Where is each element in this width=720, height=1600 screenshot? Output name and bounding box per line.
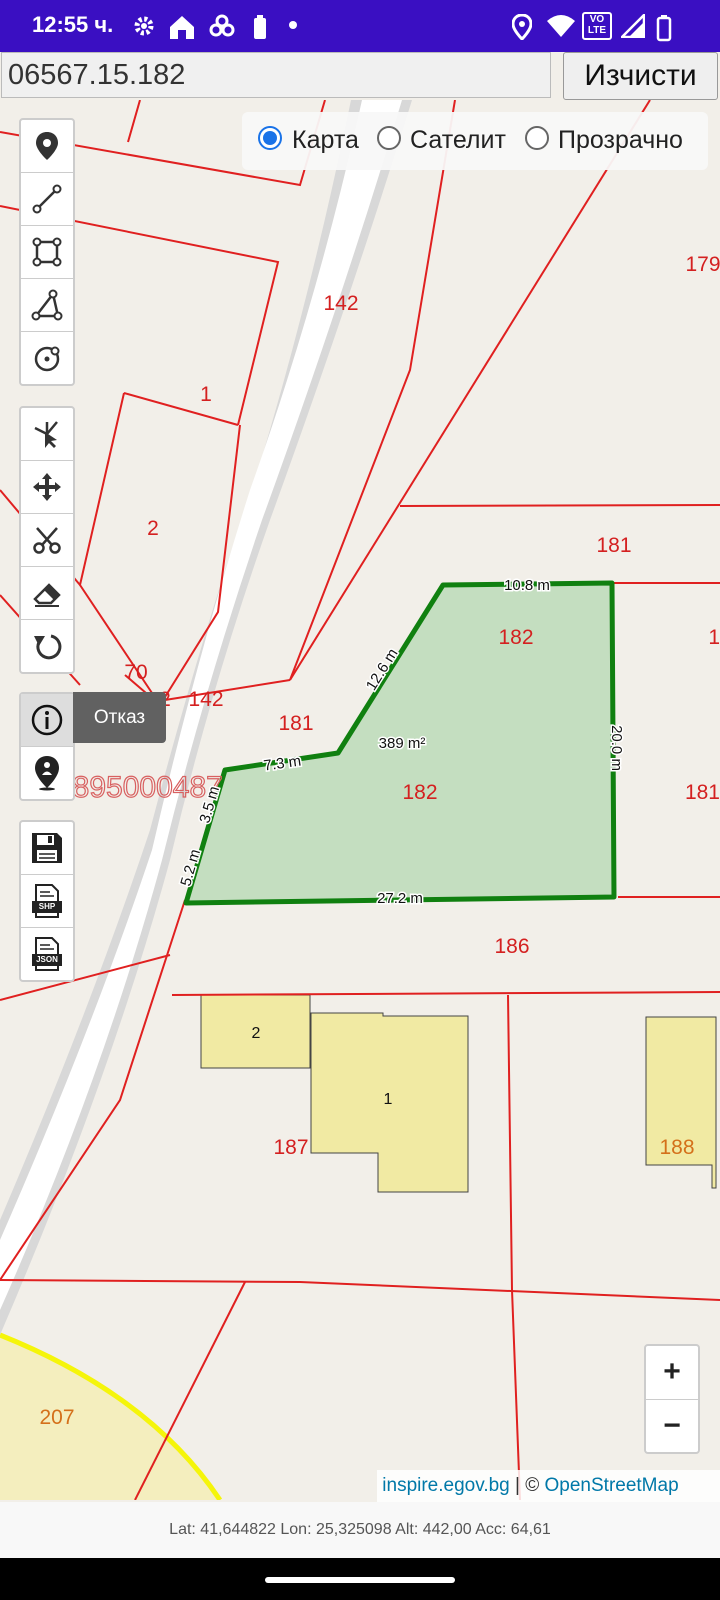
layer-transparent-label[interactable]: Прозрачно <box>558 126 683 155</box>
parcel-label: 181 <box>278 712 313 735</box>
volte-bottom-label: LTE <box>587 25 607 36</box>
undo-icon <box>34 634 62 660</box>
clear-button[interactable]: Изчисти <box>563 52 718 100</box>
layer-map-label[interactable]: Карта <box>292 126 359 155</box>
draw-circle-button[interactable] <box>21 332 73 384</box>
map-canvas[interactable]: 0895000487 142 179 1 2 181 182 70 2 142 … <box>0 100 720 1500</box>
shp-text: SHP <box>38 902 56 911</box>
eraser-icon <box>33 583 61 607</box>
edge-top-length: 10.8 m <box>504 577 550 594</box>
select-button[interactable] <box>21 408 73 461</box>
export-toolbar: SHP JSON <box>19 820 75 982</box>
area-label: 389 m² <box>379 735 426 752</box>
location-icon <box>512 14 532 40</box>
json-text: JSON <box>36 955 58 964</box>
save-icon <box>32 833 62 863</box>
export-shp-button[interactable]: SHP <box>21 875 73 928</box>
edit-toolbar <box>19 406 75 674</box>
building-label: 1 <box>384 1091 393 1108</box>
parcel-label: 186 <box>494 935 529 958</box>
home-gesture-bar[interactable] <box>265 1577 455 1583</box>
parcel-label: 188 <box>659 1136 694 1159</box>
dot-icon <box>289 21 297 29</box>
edge-bottom-length: 27.2 m <box>377 890 423 907</box>
erase-button[interactable] <box>21 567 73 620</box>
info-icon <box>31 704 63 736</box>
layer-satellite-radio[interactable] <box>377 126 401 150</box>
save-button[interactable] <box>21 822 73 875</box>
parcel-search-input[interactable] <box>1 52 551 98</box>
battery-icon <box>656 15 672 42</box>
parcel-label: 207 <box>39 1406 74 1429</box>
my-location-button[interactable] <box>21 747 73 799</box>
draw-rectangle-button[interactable] <box>21 226 73 279</box>
json-file-icon: JSON <box>32 937 62 971</box>
fan-icon <box>209 14 235 37</box>
marker-icon <box>36 132 58 160</box>
layer-satellite-label[interactable]: Сателит <box>410 126 506 155</box>
parcel-label: 181 <box>685 781 720 804</box>
layer-map-radio[interactable] <box>258 126 282 150</box>
parcel-label: 182 <box>402 781 437 804</box>
cut-button[interactable] <box>21 514 73 567</box>
status-bar: 12:55 ч. VO LTE <box>0 0 720 52</box>
move-icon <box>33 473 61 501</box>
polyline-icon <box>32 184 62 214</box>
map-attribution: inspire.egov.bg | © OpenStreetMap <box>377 1470 720 1502</box>
draw-polyline-button[interactable] <box>21 173 73 226</box>
settings-icon <box>134 16 154 36</box>
info-toolbar <box>19 692 75 801</box>
polygon-icon <box>31 289 63 321</box>
layer-selector: Карта Сателит Прозрачно <box>242 112 708 170</box>
signal-icon <box>621 14 645 38</box>
draw-marker-button[interactable] <box>21 120 73 173</box>
gps-coordinates: Lat: 41,644822 Lon: 25,325098 Alt: 442,0… <box>0 1502 720 1558</box>
building-label: 2 <box>252 1025 261 1042</box>
home-icon <box>170 16 194 39</box>
cut-icon <box>33 527 61 554</box>
export-json-button[interactable]: JSON <box>21 928 73 980</box>
building-188[interactable] <box>645 1016 717 1189</box>
info-button[interactable] <box>21 694 73 747</box>
location-person-icon <box>35 756 59 791</box>
volte-top-label: VO <box>589 14 605 25</box>
zoom-in-button[interactable]: + <box>646 1346 698 1400</box>
parcel-label: 179 <box>685 253 720 276</box>
parcel-label: 70 <box>124 661 147 684</box>
phone-watermark: 0895000487 <box>56 771 223 804</box>
attribution-separator: | © <box>509 1475 545 1496</box>
parcel-label: 2 <box>147 517 159 540</box>
battery-saver-icon <box>254 15 266 39</box>
inspire-link[interactable]: inspire.egov.bg <box>382 1475 509 1496</box>
parcel-label: 182 <box>498 626 533 649</box>
tooltip-cancel[interactable]: Отказ <box>73 692 166 743</box>
shp-file-icon: SHP <box>32 884 62 918</box>
edge-right-length: 20.0 m <box>608 725 625 771</box>
parcel-label: 1 <box>708 626 720 649</box>
rectangle-icon <box>32 237 62 267</box>
volte-icon: VO LTE <box>582 12 612 40</box>
select-icon <box>34 421 58 448</box>
parcel-label: 181 <box>596 534 631 557</box>
move-button[interactable] <box>21 461 73 514</box>
undo-button[interactable] <box>21 620 73 672</box>
zoom-out-button[interactable]: − <box>646 1400 698 1453</box>
parcel-label: 187 <box>273 1136 308 1159</box>
circle-icon <box>34 346 60 372</box>
status-time: 12:55 ч. <box>32 12 114 37</box>
zoom-control: + − <box>644 1344 700 1454</box>
wifi-icon <box>547 15 575 37</box>
osm-link[interactable]: OpenStreetMap <box>545 1475 679 1496</box>
parcel-label: 142 <box>188 688 223 711</box>
draw-polygon-button[interactable] <box>21 279 73 332</box>
parcel-label: 142 <box>323 292 358 315</box>
draw-toolbar <box>19 118 75 386</box>
layer-transparent-radio[interactable] <box>525 126 549 150</box>
parcel-label: 1 <box>200 383 212 406</box>
